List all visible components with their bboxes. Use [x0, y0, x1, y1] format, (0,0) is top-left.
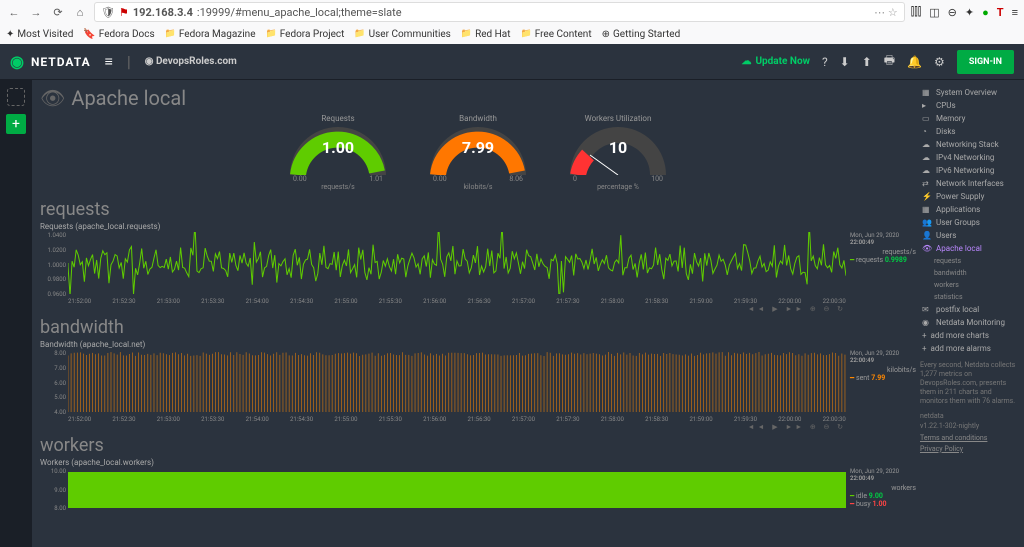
chart-title-workers: Workers (apache_local.workers) [40, 458, 916, 467]
chart-title-requests: Requests (apache_local.requests) [40, 222, 916, 231]
bookmark-item[interactable]: 🔖 Fedora Docs [83, 29, 154, 40]
help-icon[interactable]: ? [822, 55, 828, 69]
hamburger-icon[interactable]: ≡ [105, 53, 113, 70]
brand: NETDATA [31, 55, 91, 69]
url-path: :19999/#menu_apache_local;theme=slate [197, 6, 402, 19]
back-button[interactable]: ← [6, 4, 22, 20]
menu-item[interactable]: ⚡Power Supply [920, 190, 1020, 203]
gauge-workers[interactable]: Workers Utilization 10 0100 percentage % [563, 114, 673, 191]
menu-item[interactable]: ▦System Overview [920, 86, 1020, 99]
logo-icon: ◉ [10, 52, 25, 71]
logo[interactable]: ◉ NETDATA [10, 52, 91, 71]
bookmark-item[interactable]: ⊕ Getting Started [602, 29, 681, 40]
privacy-link[interactable]: Privacy Policy [920, 445, 1020, 453]
menu-item[interactable]: ☁Networking Stack [920, 138, 1020, 151]
version: netdatav1.22.1-302-nightly [920, 412, 1020, 430]
menu-item[interactable]: ◔Disks [920, 125, 1020, 138]
section-workers: workers [40, 435, 916, 456]
ext3-icon[interactable]: T [997, 6, 1004, 19]
eye-icon: 👁 [40, 86, 65, 110]
flag-icon: ⚑ [119, 6, 129, 19]
download-icon[interactable]: ⬇ [840, 55, 850, 69]
shield-icon: 🛡 [101, 6, 115, 19]
gear-icon[interactable]: ⚙ [934, 55, 945, 69]
sync-icon[interactable]: ⊖ [948, 6, 957, 19]
menu-item[interactable]: 👁Apache local [920, 242, 1020, 255]
menu-item[interactable]: ▸CPUs [920, 99, 1020, 112]
section-requests: requests [40, 199, 916, 220]
chart-tools[interactable]: ◄◄ ▶ ►► ⊕ ⊖ ↻ [40, 305, 916, 313]
menu-icon[interactable]: ≡ [1012, 6, 1018, 19]
sidebar-icon[interactable]: ◫ [929, 6, 939, 19]
upload-icon[interactable]: ⬆ [862, 55, 872, 69]
menu-sub-item[interactable]: statistics [920, 291, 1020, 303]
menu-item[interactable]: 👤Users [920, 229, 1020, 242]
bookmark-bar: ✦ Most Visited 🔖 Fedora Docs 📁 Fedora Ma… [0, 24, 1024, 44]
forward-button[interactable]: → [28, 4, 44, 20]
chart-bandwidth[interactable]: 8.007.006.005.004.00 Mon, Jun 29, 2020 2… [40, 350, 916, 416]
content: 👁 Apache local Requests 1.00 0.001.01 re… [32, 80, 916, 547]
gauge-bandwidth[interactable]: Bandwidth 7.99 0.008.06 kilobits/s [423, 114, 533, 191]
page-title: 👁 Apache local [40, 86, 916, 110]
update-button[interactable]: ☁ Update Now [741, 56, 810, 67]
url-bar[interactable]: 🛡 ⚑ 192.168.3.4 :19999/#menu_apache_loca… [94, 2, 905, 22]
chart-tools[interactable]: ◄◄ ▶ ►► ⊕ ⊖ ↻ [40, 423, 916, 431]
ext1-icon[interactable]: ✦ [965, 6, 974, 19]
bookmark-item[interactable]: 📁 Red Hat [461, 29, 511, 40]
stats-info: Every second, Netdata collects 1,277 met… [920, 361, 1020, 406]
section-bandwidth: bandwidth [40, 317, 916, 338]
ext2-icon[interactable]: ● [982, 6, 989, 19]
bookmark-item[interactable]: 📁 Free Content [521, 29, 592, 40]
menu-item[interactable]: 👥User Groups [920, 216, 1020, 229]
add-charts[interactable]: + add more charts [920, 329, 1020, 342]
bookmark-item[interactable]: 📁 User Communities [354, 29, 450, 40]
chart-requests[interactable]: 1.04001.02001.00000.98000.9600 Mon, Jun … [40, 232, 916, 298]
menu-item[interactable]: ▭Memory [920, 112, 1020, 125]
browser-chrome: ← → ⟳ ⌂ 🛡 ⚑ 192.168.3.4 :19999/#menu_apa… [0, 0, 1024, 44]
bell-icon[interactable]: 🔔 [907, 55, 922, 69]
reload-button[interactable]: ⟳ [50, 4, 66, 20]
top-bar: ◉ NETDATA ≡ | ◉ DevopsRoles.com ☁ Update… [0, 44, 1024, 80]
menu-item[interactable]: ☁IPv4 Networking [920, 151, 1020, 164]
home-button[interactable]: ⌂ [72, 4, 88, 20]
app-root: ◉ NETDATA ≡ | ◉ DevopsRoles.com ☁ Update… [0, 44, 1024, 547]
gauge-requests[interactable]: Requests 1.00 0.001.01 requests/s [283, 114, 393, 191]
bookmark-item[interactable]: 📁 Fedora Project [266, 29, 345, 40]
toolbar-right: ⫿⫿⫿ ◫ ⊖ ✦ ● T ≡ [911, 5, 1018, 19]
bookmark-item[interactable]: 📁 Fedora Magazine [165, 29, 256, 40]
menu-item[interactable]: ▦Applications [920, 203, 1020, 216]
library-icon[interactable]: ⫿⫿⫿ [911, 5, 922, 19]
menu-item[interactable]: ◉Netdata Monitoring [920, 316, 1020, 329]
left-gutter: + [0, 80, 32, 547]
menu-sub-item[interactable]: workers [920, 279, 1020, 291]
node-placeholder[interactable] [7, 88, 25, 106]
menu-sub-item[interactable]: bandwidth [920, 267, 1020, 279]
right-menu: ▦System Overview▸CPUs▭Memory◔Disks☁Netwo… [916, 80, 1024, 547]
signin-button[interactable]: SIGN-IN [957, 50, 1014, 74]
chart-workers[interactable]: 10.009.008.00 Mon, Jun 29, 2020 22:00:49… [40, 468, 916, 512]
bookmark-item[interactable]: ✦ Most Visited [6, 29, 73, 40]
add-alarms[interactable]: + add more alarms [920, 342, 1020, 355]
add-node-button[interactable]: + [6, 114, 26, 134]
menu-item[interactable]: ☁IPv6 Networking [920, 164, 1020, 177]
menu-sub-item[interactable]: requests [920, 255, 1020, 267]
menu-item[interactable]: ✉postfix local [920, 303, 1020, 316]
menu-item[interactable]: ⇄Network Interfaces [920, 177, 1020, 190]
terms-link[interactable]: Terms and conditions [920, 434, 1020, 442]
print-icon[interactable]: 🖶 [884, 51, 895, 72]
url-host: 192.168.3.4 [133, 6, 193, 19]
gauges-row: Requests 1.00 0.001.01 requests/s Bandwi… [40, 114, 916, 191]
host-selector[interactable]: ◉ DevopsRoles.com [145, 56, 237, 67]
chart-title-bandwidth: Bandwidth (apache_local.net) [40, 340, 916, 349]
